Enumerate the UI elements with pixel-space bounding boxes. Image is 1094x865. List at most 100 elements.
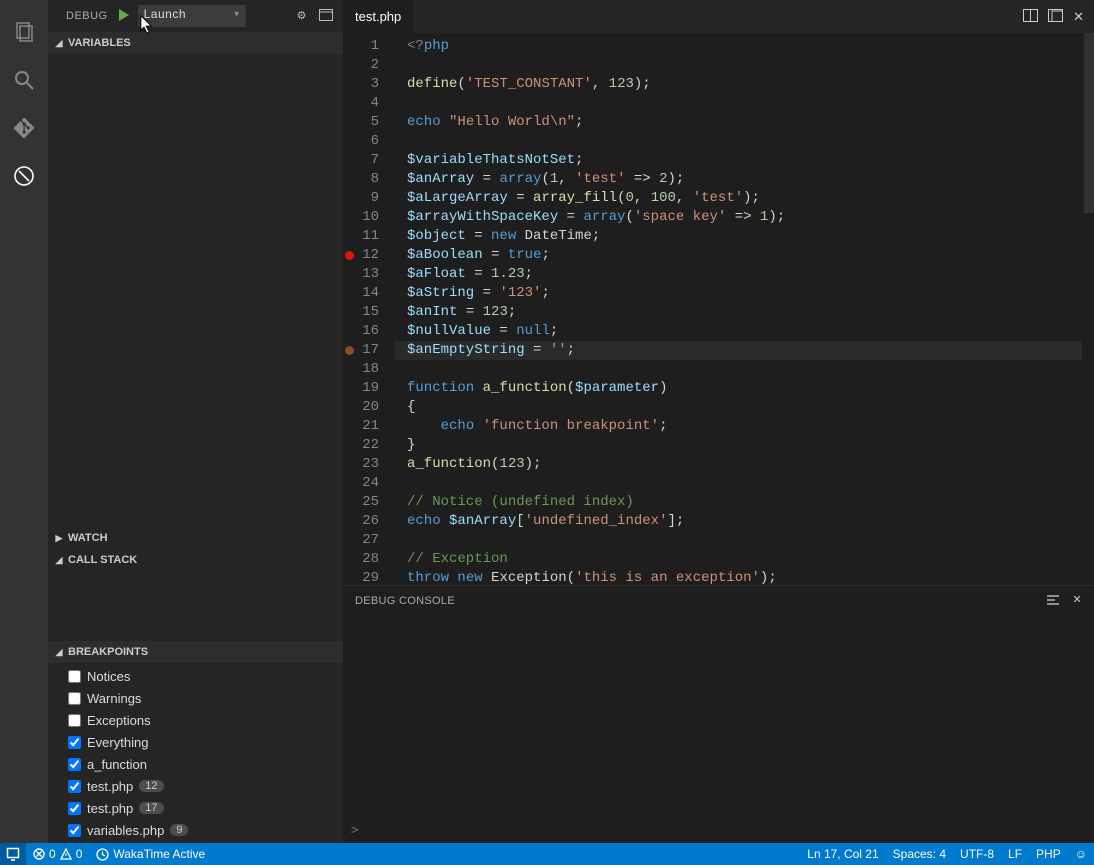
watch-section-header[interactable]: ▶ WATCH bbox=[48, 527, 343, 549]
line-number[interactable]: 27 bbox=[343, 531, 395, 550]
code-line[interactable]: $variableThatsNotSet; bbox=[395, 151, 1082, 170]
line-number[interactable]: 15 bbox=[343, 303, 395, 322]
debug-console-input[interactable]: > bbox=[343, 817, 1094, 843]
debug-icon[interactable] bbox=[0, 152, 48, 200]
line-number[interactable]: 8 bbox=[343, 170, 395, 189]
line-number[interactable]: 16 bbox=[343, 322, 395, 341]
git-icon[interactable] bbox=[0, 104, 48, 152]
line-number[interactable]: 21 bbox=[343, 417, 395, 436]
line-number[interactable]: 9 bbox=[343, 189, 395, 208]
breakpoint-item[interactable]: Exceptions bbox=[48, 709, 343, 731]
breakpoint-item[interactable]: variables.php9 bbox=[48, 819, 343, 841]
line-number[interactable]: 3 bbox=[343, 75, 395, 94]
code-line[interactable]: $anArray = array(1, 'test' => 2); bbox=[395, 170, 1082, 189]
breakpoint-checkbox[interactable] bbox=[68, 670, 81, 683]
code-line[interactable]: // Notice (undefined index) bbox=[395, 493, 1082, 512]
more-actions-icon[interactable] bbox=[1048, 9, 1063, 25]
code-line[interactable]: <?php bbox=[395, 37, 1082, 56]
line-number[interactable]: 22 bbox=[343, 436, 395, 455]
code-line[interactable]: define('TEST_CONSTANT', 123); bbox=[395, 75, 1082, 94]
debug-console-toggle-icon[interactable] bbox=[319, 9, 333, 24]
line-number[interactable]: 4 bbox=[343, 94, 395, 113]
line-number[interactable]: 18 bbox=[343, 360, 395, 379]
code-line[interactable]: echo "Hello World\n"; bbox=[395, 113, 1082, 132]
split-editor-icon[interactable] bbox=[1023, 9, 1038, 25]
close-icon[interactable]: ✕ bbox=[1073, 9, 1084, 25]
code-line[interactable]: $anInt = 123; bbox=[395, 303, 1082, 322]
line-number[interactable]: 5 bbox=[343, 113, 395, 132]
status-feedback-icon[interactable]: ☺ bbox=[1068, 843, 1094, 865]
code-content[interactable]: <?php define('TEST_CONSTANT', 123); echo… bbox=[395, 33, 1082, 585]
line-number[interactable]: 23 bbox=[343, 455, 395, 474]
code-line[interactable]: throw new Exception('this is an exceptio… bbox=[395, 569, 1082, 585]
code-line[interactable]: $anEmptyString = ''; bbox=[395, 341, 1082, 360]
code-line[interactable] bbox=[395, 94, 1082, 113]
code-line[interactable] bbox=[395, 360, 1082, 379]
line-number[interactable]: 26 bbox=[343, 512, 395, 531]
explorer-icon[interactable] bbox=[0, 8, 48, 56]
breakpoint-item[interactable]: Everything bbox=[48, 731, 343, 753]
status-remote-icon[interactable] bbox=[0, 843, 26, 865]
breakpoint-item[interactable]: Warnings bbox=[48, 687, 343, 709]
line-number[interactable]: 24 bbox=[343, 474, 395, 493]
line-number[interactable]: 28 bbox=[343, 550, 395, 569]
code-line[interactable]: $object = new DateTime; bbox=[395, 227, 1082, 246]
breakpoint-checkbox[interactable] bbox=[68, 824, 81, 837]
code-line[interactable] bbox=[395, 531, 1082, 550]
debug-settings-icon[interactable]: ⚙ bbox=[297, 9, 307, 24]
code-line[interactable]: $nullValue = null; bbox=[395, 322, 1082, 341]
status-eol[interactable]: LF bbox=[1001, 843, 1029, 865]
line-number[interactable]: 10 bbox=[343, 208, 395, 227]
code-line[interactable]: echo 'function breakpoint'; bbox=[395, 417, 1082, 436]
code-line[interactable]: a_function(123); bbox=[395, 455, 1082, 474]
line-number[interactable]: 29 bbox=[343, 569, 395, 585]
minimap-viewport[interactable] bbox=[1084, 33, 1094, 213]
tab-test-php[interactable]: test.php bbox=[343, 0, 413, 33]
code-line[interactable]: function a_function($parameter) bbox=[395, 379, 1082, 398]
breakpoint-item[interactable]: test.php12 bbox=[48, 775, 343, 797]
breakpoint-checkbox[interactable] bbox=[68, 758, 81, 771]
breakpoint-item[interactable]: Notices bbox=[48, 665, 343, 687]
status-encoding[interactable]: UTF-8 bbox=[953, 843, 1001, 865]
line-number[interactable]: 2 bbox=[343, 56, 395, 75]
code-line[interactable]: echo $anArray['undefined_index']; bbox=[395, 512, 1082, 531]
breakpoint-checkbox[interactable] bbox=[68, 692, 81, 705]
status-ln-col[interactable]: Ln 17, Col 21 bbox=[800, 843, 885, 865]
search-icon[interactable] bbox=[0, 56, 48, 104]
line-number[interactable]: 25 bbox=[343, 493, 395, 512]
clear-console-icon[interactable] bbox=[1046, 593, 1060, 610]
line-number[interactable]: 13 bbox=[343, 265, 395, 284]
code-line[interactable]: { bbox=[395, 398, 1082, 417]
breakpoint-dot-icon[interactable] bbox=[345, 346, 354, 355]
line-number[interactable]: 19 bbox=[343, 379, 395, 398]
code-line[interactable]: } bbox=[395, 436, 1082, 455]
code-line[interactable]: $aFloat = 1.23; bbox=[395, 265, 1082, 284]
minimap-scrollbar[interactable] bbox=[1082, 33, 1094, 585]
breakpoint-checkbox[interactable] bbox=[68, 736, 81, 749]
breakpoint-checkbox[interactable] bbox=[68, 802, 81, 815]
breakpoint-checkbox[interactable] bbox=[68, 714, 81, 727]
callstack-section-header[interactable]: ◢ CALL STACK bbox=[48, 549, 343, 571]
code-line[interactable] bbox=[395, 132, 1082, 151]
line-gutter[interactable]: 1234567891011121314151617181920212223242… bbox=[343, 33, 395, 585]
line-number[interactable]: 7 bbox=[343, 151, 395, 170]
code-line[interactable]: $arrayWithSpaceKey = array('space key' =… bbox=[395, 208, 1082, 227]
line-number[interactable]: 11 bbox=[343, 227, 395, 246]
code-line[interactable]: $aString = '123'; bbox=[395, 284, 1082, 303]
breakpoint-checkbox[interactable] bbox=[68, 780, 81, 793]
breakpoint-item[interactable]: a_function bbox=[48, 753, 343, 775]
code-line[interactable]: // Exception bbox=[395, 550, 1082, 569]
line-number[interactable]: 20 bbox=[343, 398, 395, 417]
line-number[interactable]: 17 bbox=[343, 341, 395, 360]
line-number[interactable]: 1 bbox=[343, 37, 395, 56]
breakpoint-item[interactable]: test.php17 bbox=[48, 797, 343, 819]
line-number[interactable]: 14 bbox=[343, 284, 395, 303]
launch-config-select[interactable]: Launch bbox=[138, 5, 246, 27]
close-panel-icon[interactable]: ✕ bbox=[1072, 593, 1082, 610]
line-number[interactable]: 12 bbox=[343, 246, 395, 265]
status-wakatime[interactable]: WakaTime Active bbox=[89, 843, 212, 865]
breakpoint-dot-icon[interactable] bbox=[345, 251, 354, 260]
status-spaces[interactable]: Spaces: 4 bbox=[886, 843, 953, 865]
line-number[interactable]: 6 bbox=[343, 132, 395, 151]
status-language[interactable]: PHP bbox=[1029, 843, 1068, 865]
